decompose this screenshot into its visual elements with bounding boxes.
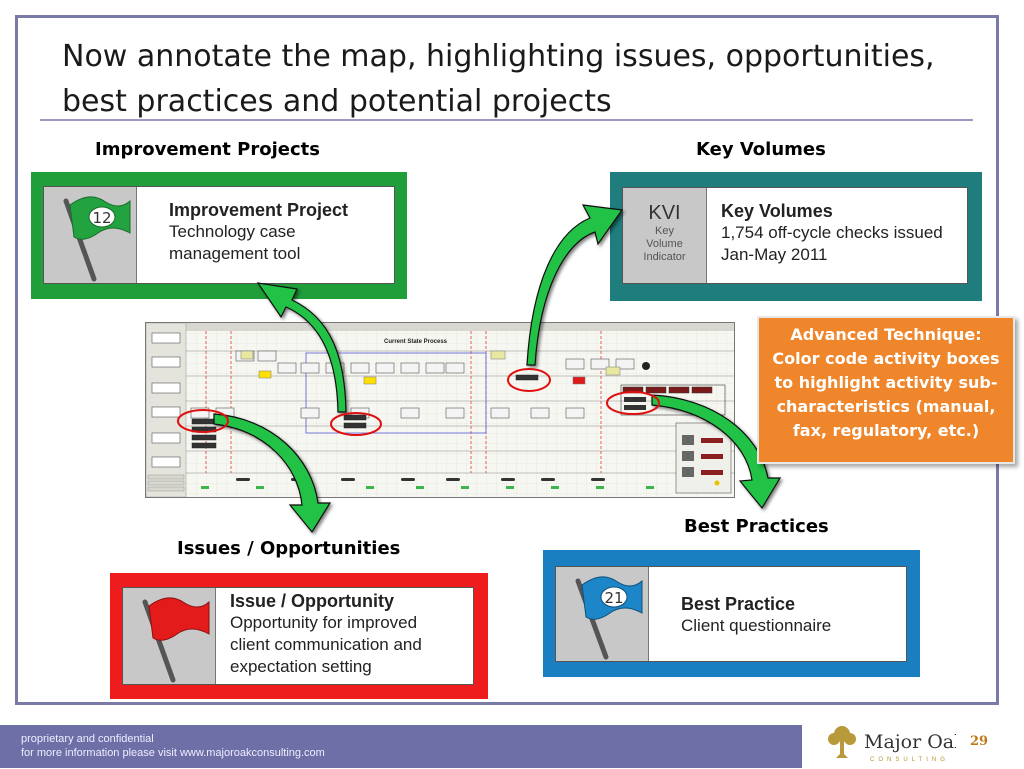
oak-tree-icon — [828, 726, 856, 758]
major-oak-logo: Major Oak CONSULTING — [826, 722, 966, 764]
advanced-technique-callout: Advanced Technique: Color code activity … — [757, 316, 1015, 464]
highlight-best-practice — [606, 391, 660, 415]
arrow-to-key-volumes — [526, 204, 624, 366]
highlight-improvement — [330, 412, 382, 436]
logo-subtitle: CONSULTING — [870, 757, 949, 763]
footer-bar: proprietary and confidential for more in… — [0, 725, 802, 768]
footer-website: for more information please visit www.ma… — [21, 747, 325, 759]
logo-name: Major Oak — [864, 731, 956, 753]
arrow-to-improvement-project — [256, 282, 347, 413]
page-number: 29 — [970, 734, 989, 749]
arrow-to-issues — [213, 413, 332, 534]
footer-confidential: proprietary and confidential — [21, 733, 154, 745]
highlight-key-volume — [507, 368, 551, 392]
